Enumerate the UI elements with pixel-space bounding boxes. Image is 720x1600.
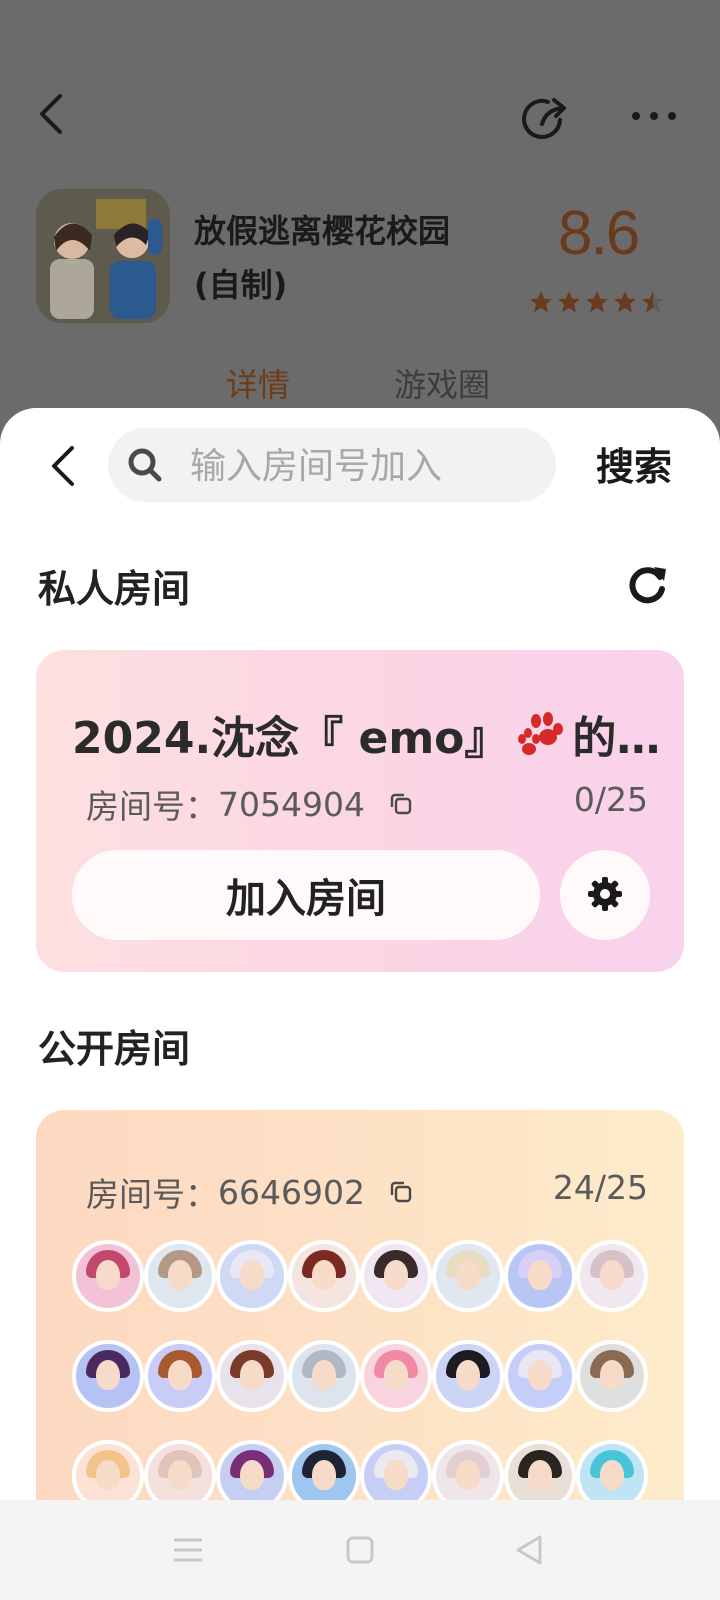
home-square-icon[interactable]: [340, 1530, 380, 1570]
member-avatar-grid: [72, 1240, 652, 1512]
copy-icon[interactable]: [389, 1180, 413, 1204]
star-icon: [530, 291, 552, 313]
room-member-count: 0/25: [573, 780, 648, 819]
avatar-face: [384, 1360, 408, 1390]
member-avatar[interactable]: [288, 1240, 360, 1312]
member-avatar[interactable]: [216, 1340, 288, 1412]
menu-icon[interactable]: [168, 1530, 208, 1570]
rating-score: 8.6: [558, 199, 640, 268]
half-star-icon: [642, 291, 664, 313]
member-avatar[interactable]: [72, 1340, 144, 1412]
search-box[interactable]: [108, 428, 556, 502]
avatar-face: [528, 1360, 552, 1390]
member-avatar[interactable]: [216, 1240, 288, 1312]
private-rooms-title: 私人房间: [38, 567, 191, 611]
back-triangle-icon[interactable]: [510, 1530, 550, 1570]
back-icon[interactable]: [34, 92, 70, 136]
room-name-prefix: 2024.沈念『 emo』: [72, 713, 509, 764]
avatar-face: [312, 1360, 336, 1390]
avatar-face: [528, 1460, 552, 1490]
member-avatar[interactable]: [144, 1240, 216, 1312]
refresh-icon[interactable]: [626, 563, 668, 605]
sheet-back-icon[interactable]: [48, 444, 78, 488]
avatar-face: [528, 1260, 552, 1290]
avatar-face: [240, 1460, 264, 1490]
avatar-face: [600, 1360, 624, 1390]
member-avatar[interactable]: [432, 1340, 504, 1412]
avatar-face: [240, 1260, 264, 1290]
avatar-face: [96, 1260, 120, 1290]
search-icon: [128, 448, 162, 482]
star-icon: [558, 291, 580, 313]
game-cover-image: [36, 189, 170, 323]
member-avatar[interactable]: [288, 1340, 360, 1412]
avatar-face: [168, 1460, 192, 1490]
public-rooms-title: 公开房间: [38, 1027, 191, 1071]
star-icon: [586, 291, 608, 313]
avatar-face: [384, 1460, 408, 1490]
avatar-face: [384, 1260, 408, 1290]
room-settings-button[interactable]: [560, 850, 650, 940]
game-title: 放假逃离樱花校园(自制): [194, 212, 451, 304]
member-avatar[interactable]: [360, 1340, 432, 1412]
member-avatar[interactable]: [576, 1340, 648, 1412]
room-sheet: 搜索 私人房间 2024.沈念『 emo』 的… 房间号： 7054904: [0, 408, 720, 1600]
rating-stars: [528, 289, 666, 315]
system-navigation-bar: [0, 1500, 720, 1600]
room-id-row: 房间号： 7054904: [86, 780, 413, 828]
search-button[interactable]: 搜索: [596, 436, 672, 491]
avatar-face: [312, 1260, 336, 1290]
gear-icon: [588, 876, 622, 911]
star-icon: [614, 291, 636, 313]
share-icon[interactable]: [522, 94, 572, 144]
room-id-row: 房间号： 6646902: [86, 1168, 413, 1216]
copy-icon[interactable]: [389, 792, 413, 816]
avatar-face: [456, 1260, 480, 1290]
room-id-value: 7054904: [218, 784, 365, 824]
room-id-label: 房间号：: [86, 787, 218, 826]
tab-details[interactable]: 详情: [226, 360, 290, 406]
member-avatar[interactable]: [72, 1240, 144, 1312]
avatar-face: [600, 1260, 624, 1290]
room-member-count: 24/25: [552, 1168, 648, 1207]
room-id-label: 房间号：: [86, 1175, 218, 1214]
room-name-suffix: 的…: [572, 713, 661, 764]
avatar-face: [456, 1460, 480, 1490]
paw-print-icon: [518, 712, 564, 755]
room-number-input[interactable]: [188, 440, 532, 492]
member-avatar[interactable]: [432, 1240, 504, 1312]
room-name: 2024.沈念『 emo』 的…: [72, 702, 662, 766]
avatar-face: [456, 1360, 480, 1390]
member-avatar[interactable]: [504, 1240, 576, 1312]
avatar-face: [600, 1460, 624, 1490]
join-room-button[interactable]: 加入房间: [72, 850, 540, 940]
avatar-face: [96, 1460, 120, 1490]
avatar-face: [240, 1360, 264, 1390]
tab-game-circle[interactable]: 游戏圈: [394, 360, 490, 406]
member-avatar[interactable]: [504, 1340, 576, 1412]
avatar-face: [168, 1360, 192, 1390]
avatar-face: [96, 1360, 120, 1390]
member-avatar[interactable]: [576, 1240, 648, 1312]
private-room-card[interactable]: 2024.沈念『 emo』 的… 房间号： 7054904 0/25 加入房间: [36, 650, 684, 972]
avatar-face: [168, 1260, 192, 1290]
avatar-face: [312, 1460, 336, 1490]
more-icon[interactable]: [630, 104, 678, 128]
member-avatar[interactable]: [144, 1340, 216, 1412]
member-avatar[interactable]: [360, 1240, 432, 1312]
room-id-value: 6646902: [218, 1172, 365, 1212]
